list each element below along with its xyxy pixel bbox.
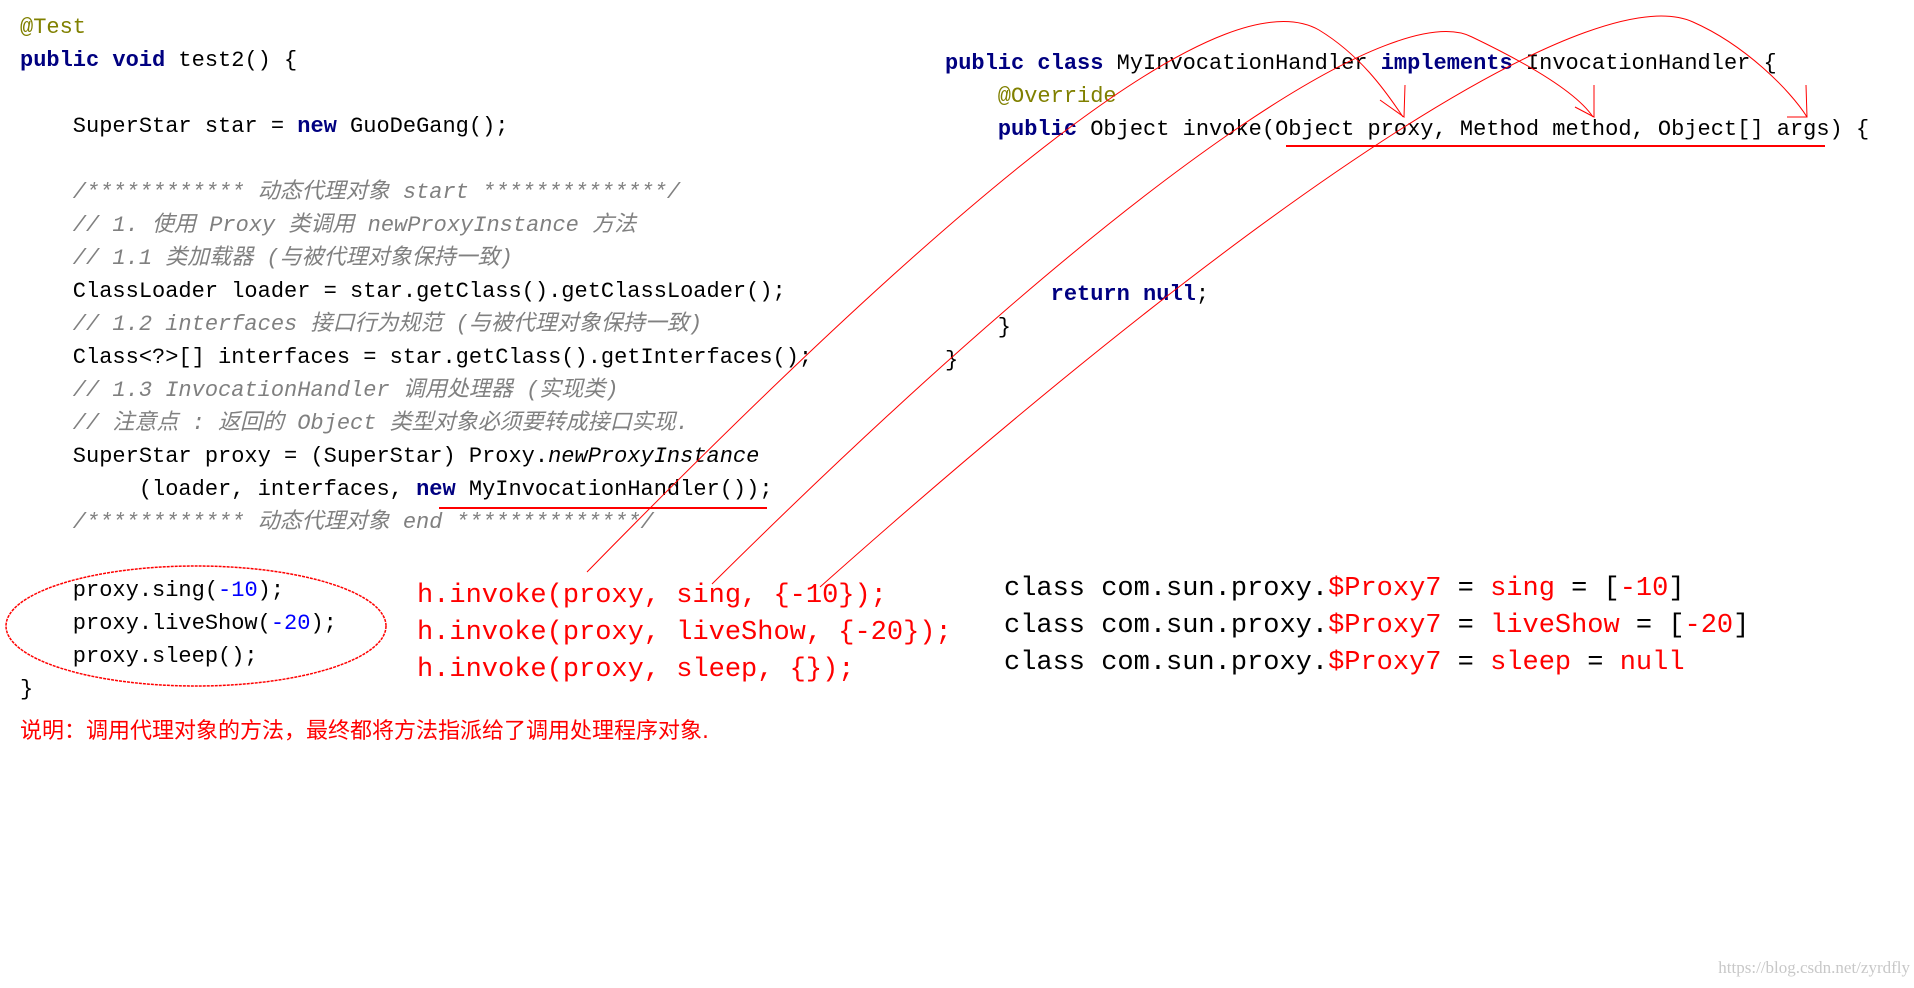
code-token: class com.sun.proxy. xyxy=(1004,574,1329,604)
code-line: class com.sun.proxy.$Proxy7 = sing = [-1… xyxy=(1004,572,1685,606)
code-line: // 注意点 : 返回的 Object 类型对象必须要转成接口实现. xyxy=(20,409,689,439)
code-token: @Override xyxy=(945,84,1117,109)
code-token: class com.sun.proxy. xyxy=(1004,611,1329,641)
code-token: GuoDeGang(); xyxy=(336,114,509,139)
code-token: public class xyxy=(945,51,1104,76)
code-token: test2() { xyxy=(165,48,298,73)
code-line: // 1.3 InvocationHandler 调用处理器 (实现类) xyxy=(20,376,619,406)
code-token: proxy.sleep(); xyxy=(20,644,258,669)
watermark: https://blog.csdn.net/zyrdfly xyxy=(1718,958,1910,977)
code-token: public void xyxy=(20,48,166,73)
code-token: = xyxy=(1571,648,1620,678)
code-line: class com.sun.proxy.$Proxy7 = sleep = nu… xyxy=(1004,646,1685,680)
code-line: // 1.2 interfaces 接口行为规范 (与被代理对象保持一致) xyxy=(20,310,702,340)
code-line: public Object invoke(Object proxy, Metho… xyxy=(945,115,1869,145)
code-line: h.invoke(proxy, sing, {-10}); xyxy=(417,579,887,613)
code-line: /************ 动态代理对象 end **************/ xyxy=(20,508,654,538)
code-token: InvocationHandler { xyxy=(1512,51,1777,76)
code-token: new xyxy=(297,114,337,139)
code-line: class com.sun.proxy.$Proxy7 = liveShow =… xyxy=(1004,609,1749,643)
code-token: @Test xyxy=(20,15,87,40)
code-token: Class<?>[] interfaces = star.getClass().… xyxy=(20,345,813,370)
code-token: h.invoke(proxy, sing, {-10}); xyxy=(417,581,887,611)
code-token: h.invoke(proxy, liveShow, {-20}); xyxy=(417,618,952,648)
code-line: SuperStar star = new GuoDeGang(); xyxy=(20,112,509,142)
code-token: $Proxy7 xyxy=(1328,574,1442,604)
code-token: Object invoke(Object proxy, Method metho… xyxy=(1077,117,1870,142)
code-token: // 1.2 interfaces 接口行为规范 (与被代理对象保持一致) xyxy=(20,312,703,337)
code-line: return null; xyxy=(945,280,1209,310)
code-line: h.invoke(proxy, sleep, {}); xyxy=(417,653,854,687)
code-line: Class<?>[] interfaces = star.getClass().… xyxy=(20,343,812,373)
code-token: ; xyxy=(1195,282,1210,307)
code-token: newProxyInstance xyxy=(548,444,760,469)
code-token: = [ xyxy=(1554,574,1620,604)
arrow-proxy-head xyxy=(1379,84,1406,118)
code-line: proxy.sleep(); xyxy=(20,642,258,672)
code-token: // 1.1 类加载器 (与被代理对象保持一致) xyxy=(20,246,513,271)
code-token: null xyxy=(1619,648,1685,678)
code-token: } xyxy=(945,348,959,373)
explanation-note: 说明：调用代理对象的方法，最终都将方法指派给了调用处理程序对象. xyxy=(20,719,709,744)
code-line: SuperStar proxy = (SuperStar) Proxy.newP… xyxy=(20,442,760,472)
code-token: = xyxy=(1441,574,1491,604)
code-token: MyInvocationHandler()); xyxy=(455,477,773,502)
arrow-method-head xyxy=(1574,85,1595,118)
code-token: } xyxy=(20,677,34,702)
code-token: /************ 动态代理对象 end **************/ xyxy=(20,510,654,535)
code-line: public class MyInvocationHandler impleme… xyxy=(945,49,1777,79)
code-token: // 注意点 : 返回的 Object 类型对象必须要转成接口实现. xyxy=(20,411,689,436)
code-line: (loader, interfaces, new MyInvocationHan… xyxy=(20,475,773,505)
code-token: = xyxy=(1441,648,1491,678)
code-token: ); xyxy=(257,578,285,603)
code-token: return null xyxy=(1050,282,1196,307)
code-line: /************ 动态代理对象 start *************… xyxy=(20,178,680,208)
code-line: proxy.liveShow(-20); xyxy=(20,609,337,639)
code-line: h.invoke(proxy, liveShow, {-20}); xyxy=(417,616,952,650)
code-token: MyInvocationHandler xyxy=(1103,51,1381,76)
code-token: implements xyxy=(1380,51,1513,76)
code-token: = [ xyxy=(1619,611,1685,641)
code-token: proxy.liveShow( xyxy=(20,611,271,636)
code-token: } xyxy=(945,315,1012,340)
code-token: // 1.3 InvocationHandler 调用处理器 (实现类) xyxy=(20,378,619,403)
code-token: ] xyxy=(1668,574,1685,604)
arrow-args-head xyxy=(1787,84,1808,118)
code-token: proxy.sing( xyxy=(20,578,219,603)
code-token: SuperStar star = xyxy=(20,114,298,139)
code-token: // 1. 使用 Proxy 类调用 newProxyInstance 方法 xyxy=(20,213,637,238)
code-token: liveShow xyxy=(1490,611,1620,641)
code-token: /************ 动态代理对象 start *************… xyxy=(20,180,681,205)
code-line: @Test xyxy=(20,13,86,43)
code-line: } xyxy=(945,346,958,376)
code-token: -20 xyxy=(270,611,311,636)
code-line: // 1. 使用 Proxy 类调用 newProxyInstance 方法 xyxy=(20,211,636,241)
code-token: = xyxy=(1441,611,1491,641)
code-token: public xyxy=(997,117,1078,142)
code-line: // 1.1 类加载器 (与被代理对象保持一致) xyxy=(20,244,513,274)
code-token: new xyxy=(416,477,456,502)
code-token: SuperStar proxy = (SuperStar) Proxy. xyxy=(20,444,549,469)
code-token: ClassLoader loader = star.getClass().get… xyxy=(20,279,786,304)
code-line: public void test2() { xyxy=(20,46,297,76)
code-line: } xyxy=(20,675,33,705)
code-token: class com.sun.proxy. xyxy=(1004,648,1329,678)
code-token: ] xyxy=(1733,611,1750,641)
code-line: proxy.sing(-10); xyxy=(20,576,284,606)
code-token: -20 xyxy=(1684,611,1734,641)
code-token: -10 xyxy=(218,578,258,603)
code-token: sleep xyxy=(1490,648,1572,678)
code-line: @Override xyxy=(945,82,1117,112)
code-token: ); xyxy=(310,611,337,636)
code-token: $Proxy7 xyxy=(1328,648,1442,678)
code-token: (loader, interfaces, xyxy=(20,477,417,502)
code-token: $Proxy7 xyxy=(1328,611,1442,641)
code-token: h.invoke(proxy, sleep, {}); xyxy=(417,655,855,685)
code-line: } xyxy=(945,313,1011,343)
code-token: -10 xyxy=(1619,574,1669,604)
code-line: ClassLoader loader = star.getClass().get… xyxy=(20,277,786,307)
code-token: sing xyxy=(1490,574,1555,604)
